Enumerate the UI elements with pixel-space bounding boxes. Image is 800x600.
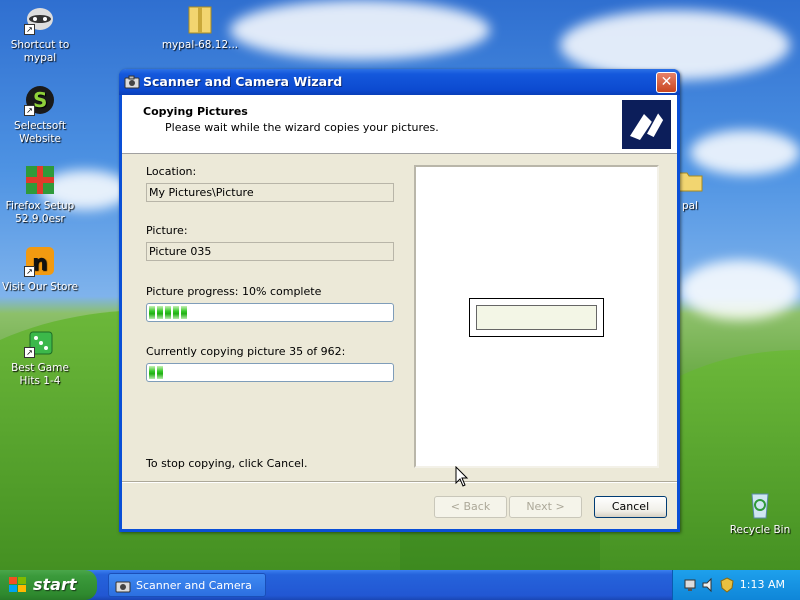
taskbar-item-scanner-wizard[interactable]: Scanner and Camera ...: [108, 573, 266, 600]
recycle-bin-icon: [744, 488, 776, 520]
wizard-logo-icon: [622, 100, 671, 149]
picture-progress-fill: [149, 306, 391, 319]
picture-thumbnail: [469, 298, 604, 337]
thumbnail-image: [476, 305, 597, 330]
camera-icon: [115, 578, 131, 594]
shortcut-arrow-icon: ↗: [24, 24, 35, 35]
store-icon: n ↗: [24, 245, 56, 277]
start-label: start: [33, 575, 77, 594]
overall-progress-bar: [146, 363, 394, 382]
progress-block: [173, 306, 179, 319]
desktop-icon-mypal-shortcut[interactable]: ↗ Shortcut to mypal: [0, 3, 80, 65]
taskbar-item-label: Scanner and Camera ...: [136, 579, 252, 600]
network-icon[interactable]: [683, 577, 699, 593]
shortcut-arrow-icon: ↗: [24, 105, 35, 116]
desktop-icon-label: Best Game Hits 1-4: [11, 362, 69, 387]
start-button[interactable]: start: [0, 570, 97, 600]
shortcut-arrow-icon: ↗: [24, 347, 35, 358]
desktop-icon-selectsoft[interactable]: S ↗ Selectsoft Website: [0, 84, 80, 146]
progress-block: [181, 306, 187, 319]
cancel-button[interactable]: Cancel: [594, 496, 667, 518]
game-dice-icon: ↗: [24, 326, 56, 358]
location-field: My Pictures\Picture: [146, 183, 394, 202]
divider: [122, 481, 677, 483]
progress-block: [149, 306, 155, 319]
picture-field: Picture 035: [146, 242, 394, 261]
shortcut-arrow-icon: ↗: [24, 266, 35, 277]
desktop-icon-label: Shortcut to mypal: [10, 39, 70, 64]
location-label: Location:: [146, 165, 197, 178]
security-alert-icon[interactable]: [719, 577, 735, 593]
wizard-header: Copying Pictures Please wait while the w…: [122, 95, 677, 154]
scanner-camera-wizard-window: Scanner and Camera Wizard ✕ Copying Pict…: [119, 69, 680, 532]
next-button[interactable]: Next >: [509, 496, 582, 518]
picture-preview-pane: [414, 165, 659, 468]
desktop-icon-mypal-zip[interactable]: mypal-68.12...: [160, 3, 240, 52]
progress-block: [165, 306, 171, 319]
page-title: Copying Pictures: [143, 105, 248, 118]
desktop-icon-label: Visit Our Store: [1, 281, 79, 293]
taskbar: start Scanner and Camera ... 1:13 AM: [0, 570, 800, 600]
desktop-icon-label: Selectsoft Website: [14, 120, 66, 145]
desktop-icon-label: Recycle Bin: [729, 524, 791, 536]
close-button[interactable]: ✕: [656, 72, 677, 93]
cloud: [230, 0, 490, 60]
picture-progress-bar: [146, 303, 394, 322]
volume-icon[interactable]: [701, 577, 717, 593]
selectsoft-icon: S ↗: [24, 84, 56, 116]
title-bar[interactable]: Scanner and Camera Wizard ✕: [119, 69, 680, 95]
desktop-icon-recycle-bin[interactable]: Recycle Bin: [720, 488, 800, 537]
cloud: [680, 260, 800, 320]
overall-progress-label: Currently copying picture 35 of 962:: [146, 345, 346, 358]
desktop-icon-firefox-setup[interactable]: Firefox Setup 52.9.0esr: [0, 164, 80, 226]
page-subtitle: Please wait while the wizard copies your…: [165, 121, 439, 134]
windows-flag-icon: [8, 576, 28, 594]
picture-progress-label: Picture progress: 10% complete: [146, 285, 322, 298]
picture-label: Picture:: [146, 224, 188, 237]
mouse-pointer-icon: [455, 465, 469, 488]
desktop-icon-best-game-hits[interactable]: ↗ Best Game Hits 1-4: [0, 326, 80, 388]
installer-icon: [24, 164, 56, 196]
zip-folder-icon: [184, 3, 216, 35]
overall-progress-fill: [149, 366, 391, 379]
desktop-icon-label: mypal-68.12...: [161, 39, 239, 51]
desktop-icon-visit-store[interactable]: n ↗ Visit Our Store: [0, 245, 80, 294]
camera-icon: [124, 74, 140, 90]
window-title: Scanner and Camera Wizard: [143, 74, 343, 89]
system-tray: 1:13 AM: [672, 570, 800, 600]
desktop-icon-label: Firefox Setup 52.9.0esr: [5, 200, 75, 225]
progress-block: [157, 306, 163, 319]
back-button[interactable]: < Back: [434, 496, 507, 518]
mypal-raccoon-icon: ↗: [24, 3, 56, 35]
clock[interactable]: 1:13 AM: [740, 578, 785, 591]
svg-text:S: S: [33, 88, 47, 112]
progress-block: [157, 366, 163, 379]
progress-block: [149, 366, 155, 379]
stop-instructions: To stop copying, click Cancel.: [146, 457, 308, 470]
